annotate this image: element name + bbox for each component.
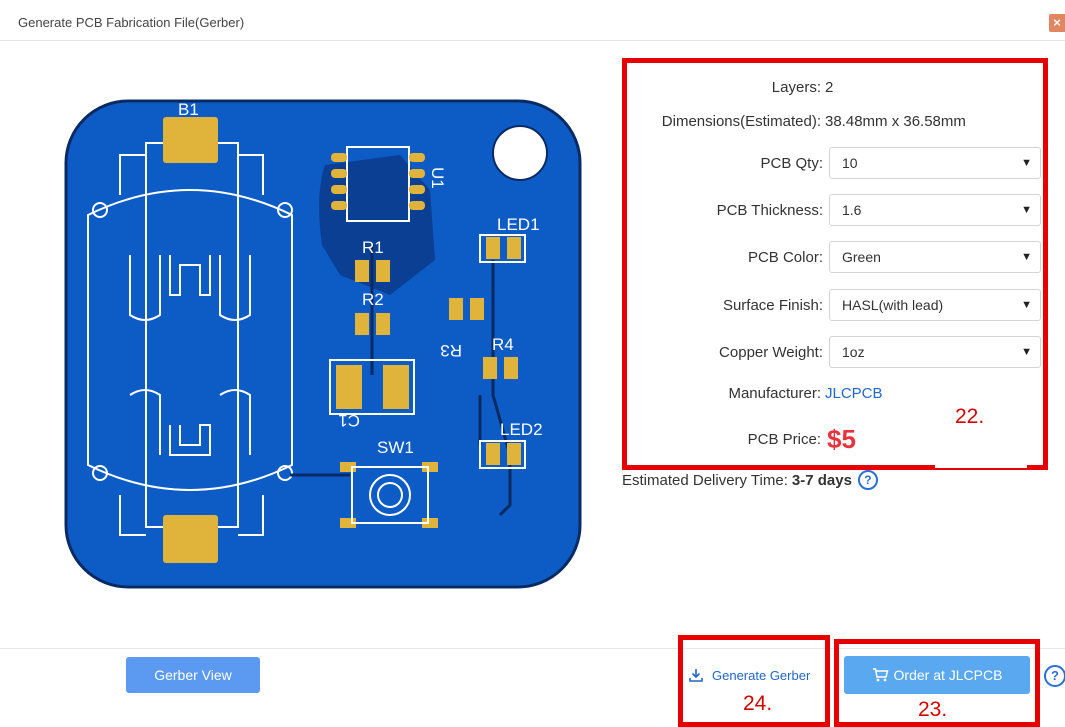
help-icon[interactable]: ? [1044, 665, 1065, 687]
silk-r4: R4 [492, 335, 514, 354]
delivery-time: Estimated Delivery Time: 3-7 days ? [622, 470, 878, 490]
silk-u1: U1 [428, 167, 447, 189]
silk-led1: LED1 [497, 215, 540, 234]
dialog-title: Generate PCB Fabrication File(Gerber) [18, 15, 245, 30]
silk-r1: R1 [362, 238, 384, 257]
annotation-gap [935, 463, 1027, 468]
delivery-label: Estimated Delivery Time: [622, 471, 788, 489]
silk-b1: B1 [178, 100, 199, 119]
close-icon[interactable]: × [1049, 14, 1065, 32]
silk-r2: R2 [362, 290, 384, 309]
annotation-24: 24. [743, 692, 773, 715]
pad-b1-top [163, 117, 218, 163]
silk-c1: C1 [338, 411, 360, 430]
silk-led2: LED2 [500, 420, 543, 439]
mounting-hole [492, 125, 548, 181]
annotation-spacer [843, 705, 903, 710]
annotation-23: 23. [918, 698, 948, 721]
annotation-22: 22. [955, 405, 985, 428]
pcb-preview: B1 U1 LED1 R1 R2 R3 R4 C1 SW1 LED2 [64, 99, 582, 589]
silk-r3: R3 [440, 341, 462, 360]
dialog-titlebar: Generate PCB Fabrication File(Gerber) × [0, 0, 1065, 41]
delivery-value: 3-7 days [791, 471, 852, 489]
gerber-view-button[interactable]: Gerber View [126, 657, 260, 693]
silk-sw1: SW1 [377, 438, 414, 457]
pad-b1-bottom [163, 515, 218, 563]
help-icon[interactable]: ? [857, 470, 878, 490]
